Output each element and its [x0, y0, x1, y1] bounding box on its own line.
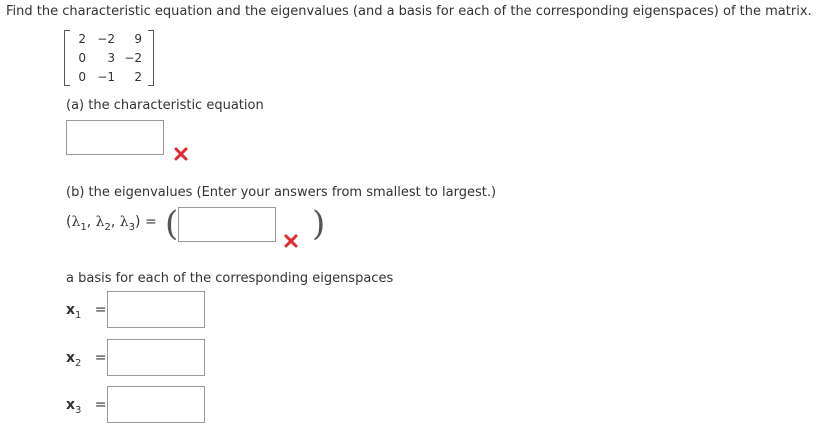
- matrix: 2 −2 9 0 3 −2 0 −1 2: [64, 30, 154, 86]
- close-paren: ): [135, 214, 141, 230]
- incorrect-icon: [284, 234, 298, 248]
- characteristic-equation-input[interactable]: [66, 120, 164, 155]
- subscript: 3: [75, 404, 82, 416]
- matrix-cell: −2: [124, 51, 142, 65]
- matrix-cell: 0: [78, 51, 86, 65]
- matrix-cell: 9: [134, 32, 142, 46]
- lambda-symbol: λ: [95, 214, 105, 230]
- x2-label: x2 =: [66, 350, 107, 369]
- incorrect-icon: [174, 147, 188, 161]
- comma: ,: [110, 214, 116, 230]
- equals-sign: =: [94, 350, 107, 366]
- vector-symbol: x: [66, 302, 76, 318]
- basis-x3-input[interactable]: [107, 386, 205, 423]
- subscript: 1: [75, 309, 82, 321]
- question-prompt: Find the characteristic equation and the…: [6, 4, 812, 19]
- equals-sign: =: [144, 214, 157, 230]
- eigenvalues-input[interactable]: [178, 207, 276, 242]
- part-a-label: (a) the characteristic equation: [66, 98, 264, 113]
- basis-x2-input[interactable]: [107, 339, 205, 376]
- equals-sign: =: [94, 397, 107, 413]
- matrix-cell: −2: [97, 32, 115, 46]
- matrix-cell: −1: [97, 70, 115, 84]
- comma: ,: [86, 214, 92, 230]
- lambda-symbol: λ: [71, 214, 81, 230]
- close-paren-large: ): [312, 204, 326, 244]
- vector-symbol: x: [66, 397, 76, 413]
- lambda-symbol: λ: [119, 214, 129, 230]
- subscript: 2: [75, 357, 82, 369]
- basis-x1-input[interactable]: [107, 291, 205, 328]
- basis-label: a basis for each of the corresponding ei…: [66, 271, 394, 286]
- x1-label: x1 =: [66, 302, 107, 321]
- open-paren-large: (: [165, 204, 179, 244]
- matrix-cell: 2: [134, 70, 142, 84]
- matrix-right-bracket: [148, 30, 154, 86]
- equals-sign: =: [94, 302, 107, 318]
- eigenvalue-tuple-label: (λ1, λ2, λ3) =: [66, 214, 157, 233]
- part-b-label: (b) the eigenvalues (Enter your answers …: [66, 185, 497, 200]
- matrix-cell: 3: [107, 51, 115, 65]
- matrix-cell: 0: [78, 70, 86, 84]
- x3-label: x3 =: [66, 397, 107, 416]
- matrix-cell: 2: [78, 32, 86, 46]
- vector-symbol: x: [66, 350, 76, 366]
